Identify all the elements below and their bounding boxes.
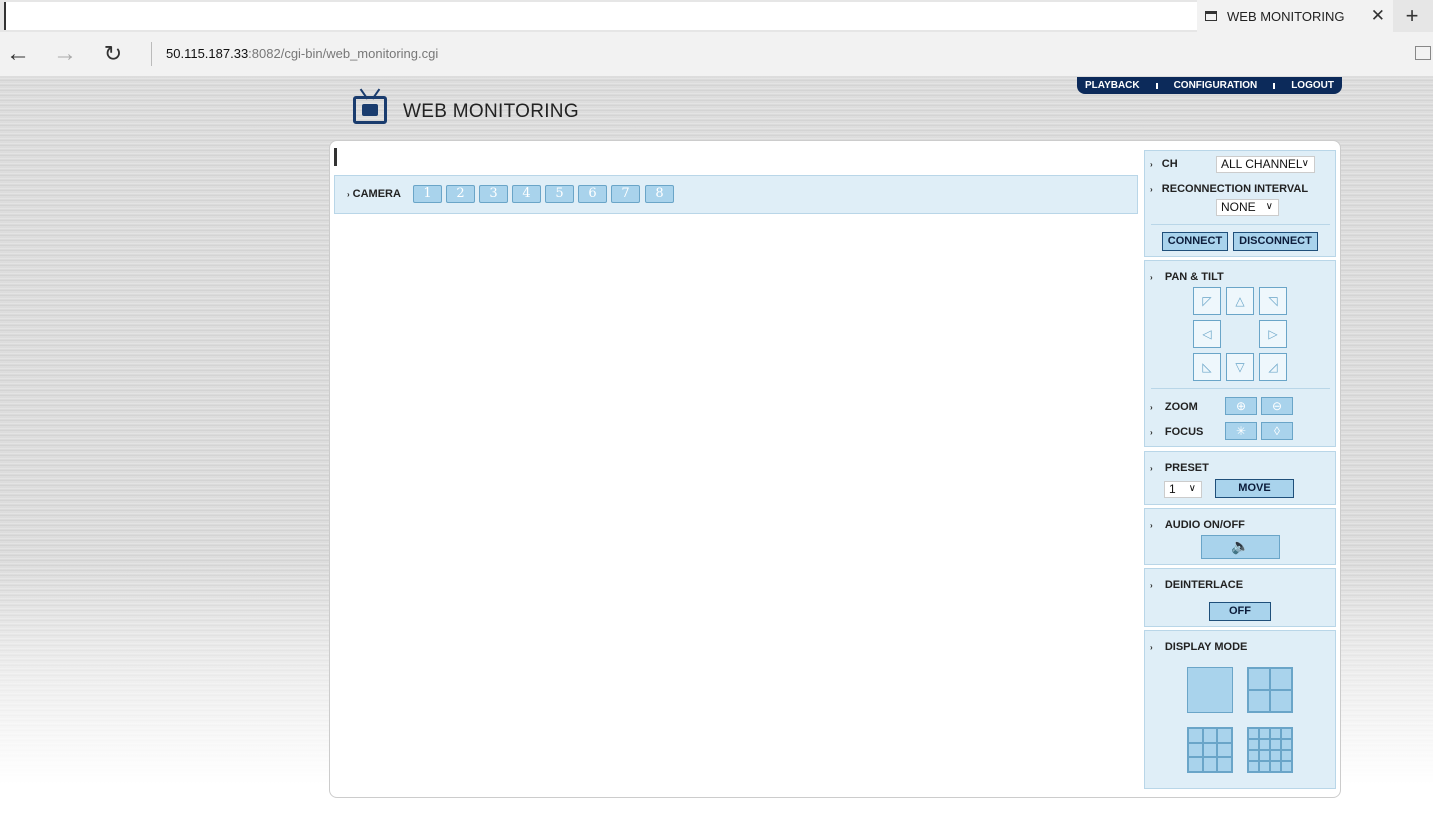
camera-button-6[interactable]: 6 xyxy=(578,185,607,203)
audio-label-text: AUDIO ON/OFF xyxy=(1164,519,1245,531)
camera-button-4[interactable]: 4 xyxy=(512,185,541,203)
address-separator xyxy=(151,42,152,66)
display-mode-nine-icon[interactable] xyxy=(1187,727,1233,773)
camera-button-8[interactable]: 8 xyxy=(645,185,674,203)
zoom-label: › ZOOM xyxy=(1150,401,1198,413)
camera-button-2[interactable]: 2 xyxy=(446,185,475,203)
focus-far-icon[interactable]: ◊ xyxy=(1261,422,1293,440)
page-title: WEB MONITORING xyxy=(403,101,579,122)
forward-arrow-icon[interactable]: → xyxy=(50,40,80,68)
pan-down-left-icon[interactable]: ◺ xyxy=(1193,353,1221,381)
pan-tilt-label-text: PAN & TILT xyxy=(1164,271,1224,283)
channel-select[interactable]: ALL CHANNEL ∨ xyxy=(1216,156,1315,173)
reconnect-select-value: NONE xyxy=(1221,200,1256,214)
preset-label-text: PRESET xyxy=(1164,462,1209,474)
pan-up-icon[interactable]: △ xyxy=(1226,287,1254,315)
configuration-link[interactable]: CONFIGURATION xyxy=(1174,80,1258,91)
pan-tilt-label: › PAN & TILT xyxy=(1150,271,1224,283)
tab-title: WEB MONITORING xyxy=(1227,8,1345,24)
url-field[interactable]: 50.115.187.33:8082/cgi-bin/web_monitorin… xyxy=(166,46,438,61)
chevron-down-icon: ∨ xyxy=(1301,158,1309,169)
nav-separator xyxy=(1155,82,1158,89)
page-icon xyxy=(1205,11,1217,21)
camera-label: › CAMERA xyxy=(347,188,401,200)
reconnect-select[interactable]: NONE ∨ xyxy=(1216,199,1279,216)
display-mode-label: › DISPLAY MODE xyxy=(1150,641,1248,653)
pan-right-icon[interactable]: ▷ xyxy=(1259,320,1287,348)
ch-label-text: CH xyxy=(1161,158,1178,170)
pan-down-right-icon[interactable]: ◿ xyxy=(1259,353,1287,381)
pan-up-right-icon[interactable]: ◹ xyxy=(1259,287,1287,315)
focus-near-icon[interactable]: ✳ xyxy=(1225,422,1257,440)
camera-button-1[interactable]: 1 xyxy=(413,185,442,203)
deinterlace-label: › DEINTERLACE xyxy=(1150,579,1244,591)
reconnect-label: › RECONNECTION INTERVAL xyxy=(1150,183,1309,195)
audio-label: › AUDIO ON/OFF xyxy=(1150,519,1245,531)
divider xyxy=(1151,388,1330,389)
divider xyxy=(1151,224,1330,225)
pan-down-icon[interactable]: ▽ xyxy=(1226,353,1254,381)
channel-select-value: ALL CHANNEL xyxy=(1221,157,1303,171)
top-navigation: PLAYBACK CONFIGURATION LOGOUT xyxy=(1077,77,1342,94)
close-tab-icon[interactable]: ✕ xyxy=(1371,6,1385,26)
text-cursor xyxy=(334,148,337,166)
chevron-down-icon: ∨ xyxy=(1188,483,1196,494)
connect-button[interactable]: CONNECT xyxy=(1162,232,1228,251)
reconnect-label-text: RECONNECTION INTERVAL xyxy=(1161,183,1309,195)
pan-up-left-icon[interactable]: ◸ xyxy=(1193,287,1221,315)
deinterlace-label-text: DEINTERLACE xyxy=(1164,579,1244,591)
logout-link[interactable]: LOGOUT xyxy=(1291,80,1334,91)
display-mode-single-icon[interactable] xyxy=(1187,667,1233,713)
camera-button-5[interactable]: 5 xyxy=(545,185,574,203)
display-mode-box xyxy=(1144,630,1336,789)
zoom-out-icon[interactable]: ⊖ xyxy=(1261,397,1293,415)
focus-label-text: FOCUS xyxy=(1164,426,1204,438)
playback-link[interactable]: PLAYBACK xyxy=(1085,80,1140,91)
ch-label: › CH xyxy=(1150,158,1178,170)
preset-select[interactable]: 1 ∨ xyxy=(1164,481,1202,498)
move-button[interactable]: MOVE xyxy=(1215,479,1294,498)
camera-label-text: CAMERA xyxy=(352,188,401,200)
camera-button-7[interactable]: 7 xyxy=(611,185,640,203)
browser-tab-bar: WEB MONITORING ✕ + xyxy=(0,0,1433,32)
deinterlace-toggle-button[interactable]: OFF xyxy=(1209,602,1271,621)
tab-strip-blank xyxy=(4,2,1198,30)
disconnect-button[interactable]: DISCONNECT xyxy=(1233,232,1318,251)
camera-row: › CAMERA 1 2 3 4 5 6 7 8 xyxy=(334,175,1138,214)
refresh-icon[interactable]: ↻ xyxy=(98,40,128,68)
back-arrow-icon[interactable]: ← xyxy=(3,40,33,68)
new-tab-icon[interactable]: + xyxy=(1396,2,1428,30)
browser-tab[interactable]: WEB MONITORING ✕ xyxy=(1197,0,1393,32)
display-mode-quad-icon[interactable] xyxy=(1247,667,1293,713)
zoom-label-text: ZOOM xyxy=(1164,401,1198,413)
preset-label: › PRESET xyxy=(1150,462,1209,474)
preset-select-value: 1 xyxy=(1169,482,1176,496)
chevron-down-icon: ∨ xyxy=(1265,201,1273,212)
pan-left-icon[interactable]: ◁ xyxy=(1193,320,1221,348)
nav-separator xyxy=(1273,82,1276,89)
focus-label: › FOCUS xyxy=(1150,426,1204,438)
reading-view-icon[interactable] xyxy=(1415,46,1431,60)
url-path: :8082/cgi-bin/web_monitoring.cgi xyxy=(248,46,439,61)
zoom-in-icon[interactable]: ⊕ xyxy=(1225,397,1257,415)
display-mode-sixteen-icon[interactable] xyxy=(1247,727,1293,773)
url-host: 50.115.187.33 xyxy=(166,46,249,61)
speaker-icon[interactable]: 🔈 xyxy=(1201,535,1280,559)
tv-icon xyxy=(353,96,387,124)
display-mode-label-text: DISPLAY MODE xyxy=(1164,641,1248,653)
camera-button-3[interactable]: 3 xyxy=(479,185,508,203)
